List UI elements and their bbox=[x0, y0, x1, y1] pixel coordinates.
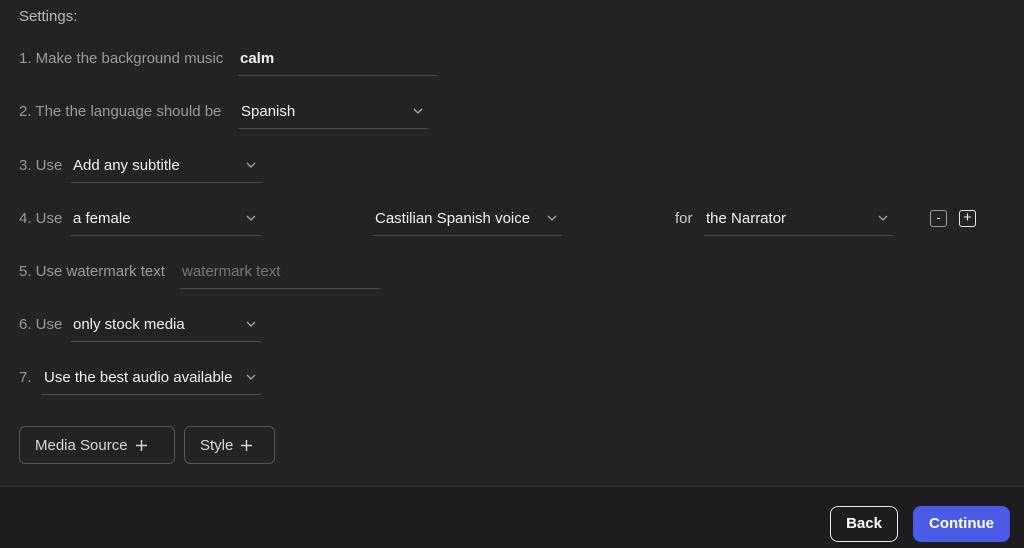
subtitle-select-value: Add any subtitle bbox=[73, 157, 180, 174]
plus-icon bbox=[240, 439, 253, 452]
gender-select[interactable]: a female bbox=[71, 202, 261, 236]
for-label: for bbox=[675, 210, 693, 227]
media-source-button[interactable]: Media Source bbox=[19, 426, 175, 464]
language-select[interactable]: Spanish bbox=[239, 95, 428, 129]
role-select-value: the Narrator bbox=[706, 210, 787, 227]
voice-select-value: Castilian Spanish voice bbox=[375, 210, 531, 227]
gender-select-value: a female bbox=[73, 210, 131, 227]
chevron-down-icon bbox=[245, 212, 257, 224]
media-select-value: only stock media bbox=[73, 316, 185, 333]
setting-row-music: 1. Make the background music bbox=[19, 42, 1009, 76]
watermark-input-field[interactable] bbox=[180, 255, 382, 289]
media-label: 6. Use bbox=[19, 316, 63, 333]
language-select-value: Spanish bbox=[241, 103, 296, 120]
watermark-label: 5. Use watermark text bbox=[19, 263, 165, 280]
chevron-down-icon bbox=[412, 105, 424, 117]
voice-select[interactable]: Castilian Spanish voice bbox=[373, 202, 562, 236]
chevron-down-icon bbox=[245, 318, 257, 330]
language-label: 2. The the language should be bbox=[19, 103, 222, 120]
audio-label: 7. bbox=[19, 369, 32, 386]
music-input[interactable] bbox=[238, 42, 439, 74]
voice-label: 4. Use bbox=[19, 210, 63, 227]
setting-row-subtitle: 3. Use Add any subtitle bbox=[19, 149, 1009, 183]
remove-voice-button[interactable]: - bbox=[930, 210, 947, 227]
audio-select-value: Use the best audio available bbox=[44, 369, 233, 386]
chevron-down-icon bbox=[546, 212, 558, 224]
footer-bar: Back Continue bbox=[0, 486, 1024, 548]
watermark-input[interactable] bbox=[180, 255, 382, 287]
style-label: Style bbox=[200, 436, 234, 454]
plus-icon bbox=[135, 439, 148, 452]
setting-row-language: 2. The the language should be Spanish bbox=[19, 95, 1009, 129]
back-button[interactable]: Back bbox=[830, 506, 898, 542]
chevron-down-icon bbox=[245, 371, 257, 383]
setting-row-media: 6. Use only stock media bbox=[19, 308, 1009, 342]
setting-row-voice: 4. Use a female Castilian Spanish voice … bbox=[19, 202, 1009, 236]
style-button[interactable]: Style bbox=[184, 426, 275, 464]
music-input-field[interactable] bbox=[238, 42, 439, 76]
subtitle-label: 3. Use bbox=[19, 157, 63, 174]
continue-button[interactable]: Continue bbox=[913, 506, 1010, 542]
media-select[interactable]: only stock media bbox=[71, 308, 261, 342]
audio-select[interactable]: Use the best audio available bbox=[42, 361, 261, 395]
add-voice-button[interactable]: + bbox=[959, 210, 976, 227]
setting-row-audio: 7. Use the best audio available bbox=[19, 361, 1009, 395]
media-source-label: Media Source bbox=[35, 436, 128, 454]
settings-panel: Settings: 1. Make the background music 2… bbox=[0, 0, 1024, 486]
settings-heading: Settings: bbox=[19, 8, 78, 25]
chevron-down-icon bbox=[245, 159, 257, 171]
chevron-down-icon bbox=[877, 212, 889, 224]
setting-row-watermark: 5. Use watermark text bbox=[19, 255, 1009, 289]
music-label: 1. Make the background music bbox=[19, 50, 224, 67]
subtitle-select[interactable]: Add any subtitle bbox=[71, 149, 261, 183]
role-select[interactable]: the Narrator bbox=[704, 202, 893, 236]
